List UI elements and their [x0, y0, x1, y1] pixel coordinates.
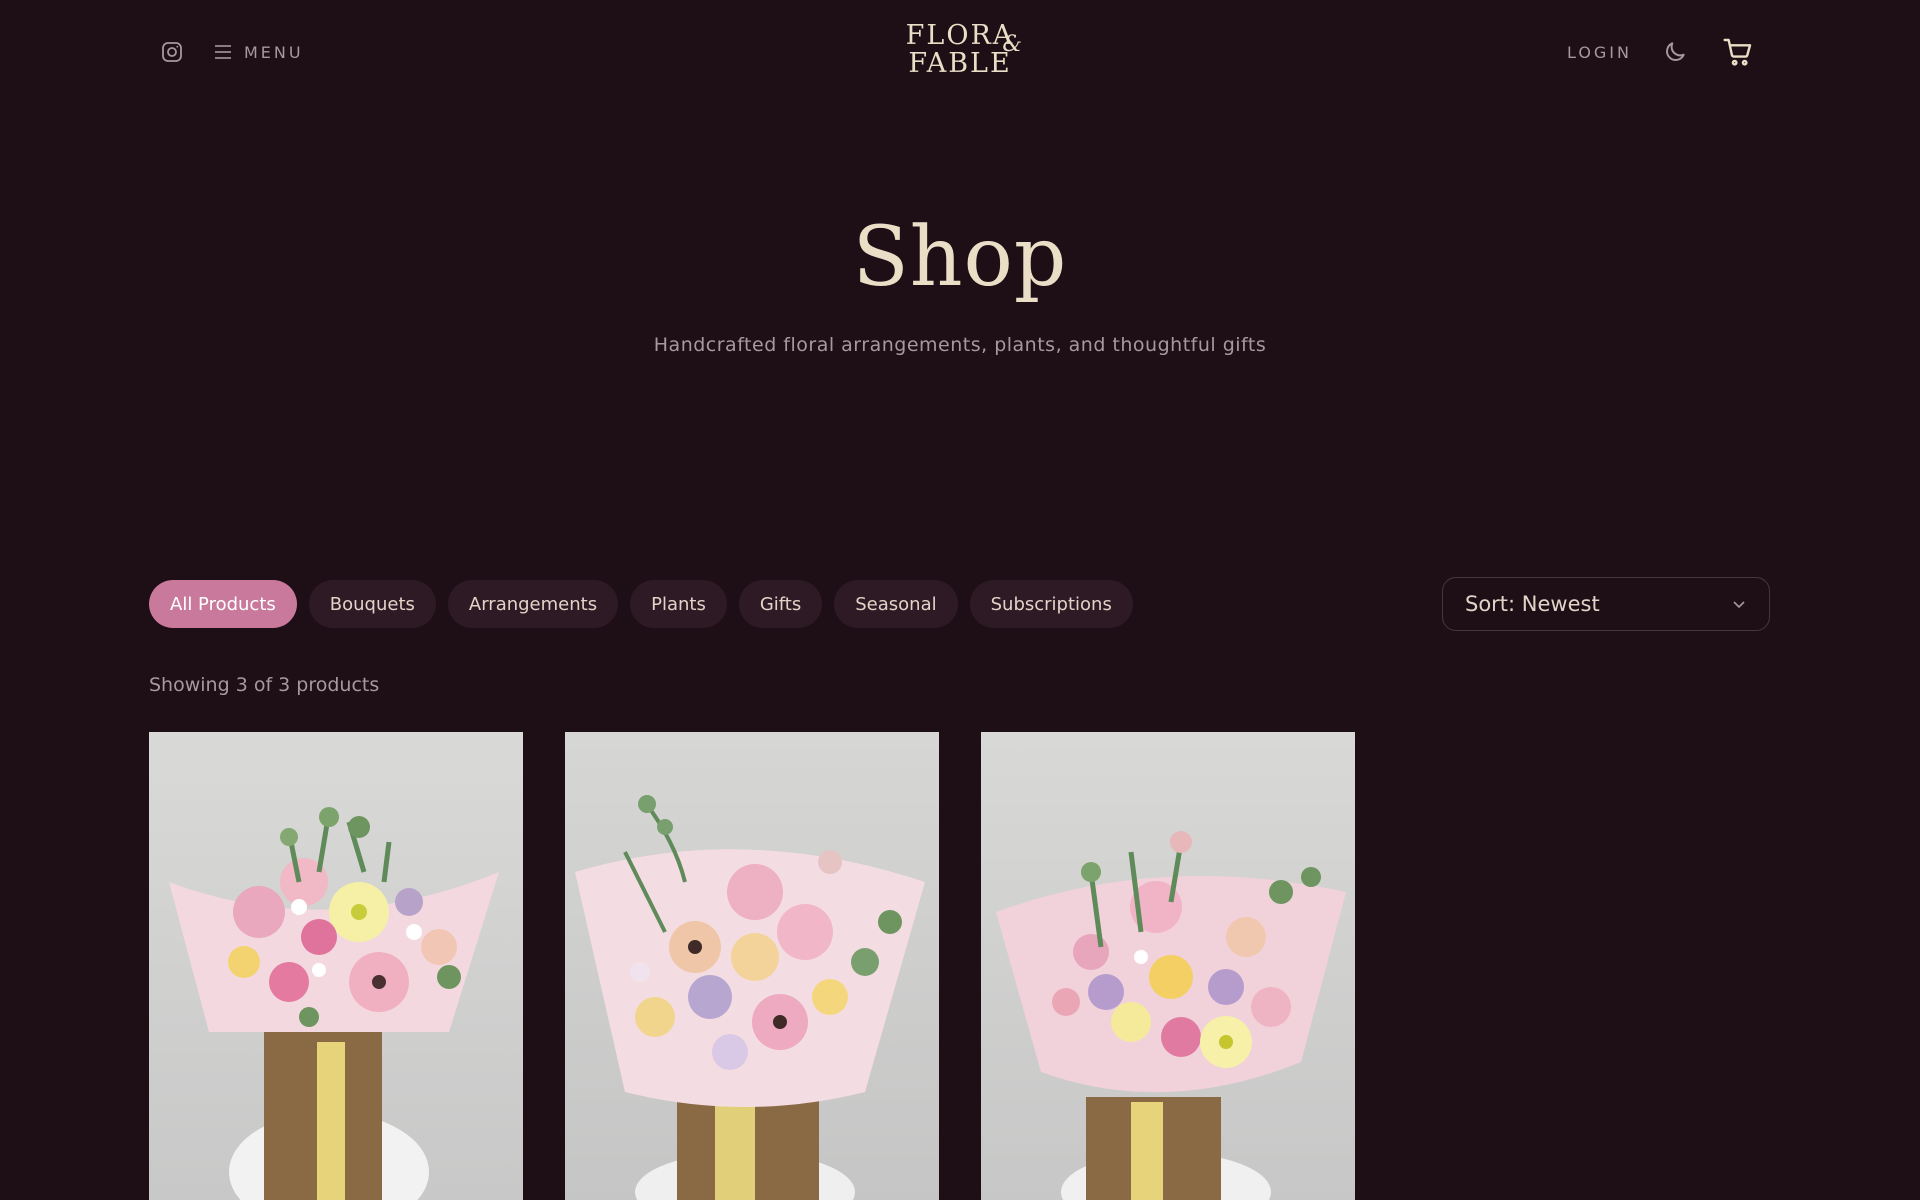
site-header: MENU FLORA & FABLE LOGIN	[0, 0, 1920, 106]
filter-chip-gifts[interactable]: Gifts	[738, 580, 823, 628]
hamburger-icon	[214, 44, 232, 60]
cart-icon[interactable]	[1722, 36, 1754, 68]
filter-chip-plants[interactable]: Plants	[630, 580, 727, 628]
logo-ampersand: &	[1002, 32, 1022, 57]
product-image	[981, 732, 1355, 1200]
site-logo[interactable]: FLORA & FABLE	[860, 22, 1060, 78]
filter-chip-subscriptions[interactable]: Subscriptions	[969, 580, 1133, 628]
header-right: LOGIN	[1567, 36, 1754, 68]
header-left: MENU	[160, 40, 304, 64]
login-link[interactable]: LOGIN	[1567, 43, 1632, 62]
filter-chip-all-products[interactable]: All Products	[149, 580, 297, 628]
logo-line-2: FABLE	[908, 48, 1012, 79]
menu-label: MENU	[244, 42, 304, 62]
product-image	[149, 732, 523, 1200]
menu-button[interactable]: MENU	[214, 43, 304, 62]
product-card[interactable]	[149, 732, 523, 1200]
results-count: Showing 3 of 3 products	[149, 674, 380, 696]
filter-chip-arrangements[interactable]: Arrangements	[447, 580, 619, 628]
sort-dropdown[interactable]: Sort: Newest	[1442, 577, 1770, 631]
product-card[interactable]	[981, 732, 1355, 1200]
moon-icon[interactable]	[1662, 39, 1688, 65]
filter-chip-bouquets[interactable]: Bouquets	[308, 580, 436, 628]
product-image	[565, 732, 939, 1200]
sort-value: Sort: Newest	[1465, 592, 1600, 616]
page-subtitle: Handcrafted floral arrangements, plants,…	[653, 334, 1267, 356]
chevron-down-icon	[1731, 596, 1747, 612]
page-title: Shop	[852, 210, 1068, 305]
filter-chip-seasonal[interactable]: Seasonal	[834, 580, 958, 628]
instagram-icon[interactable]	[160, 40, 184, 64]
product-card[interactable]	[565, 732, 939, 1200]
category-filters: All Products Bouquets Arrangements Plant…	[149, 580, 1133, 628]
logo-line-1: FLORA	[905, 20, 1015, 51]
product-grid	[149, 732, 1355, 1200]
